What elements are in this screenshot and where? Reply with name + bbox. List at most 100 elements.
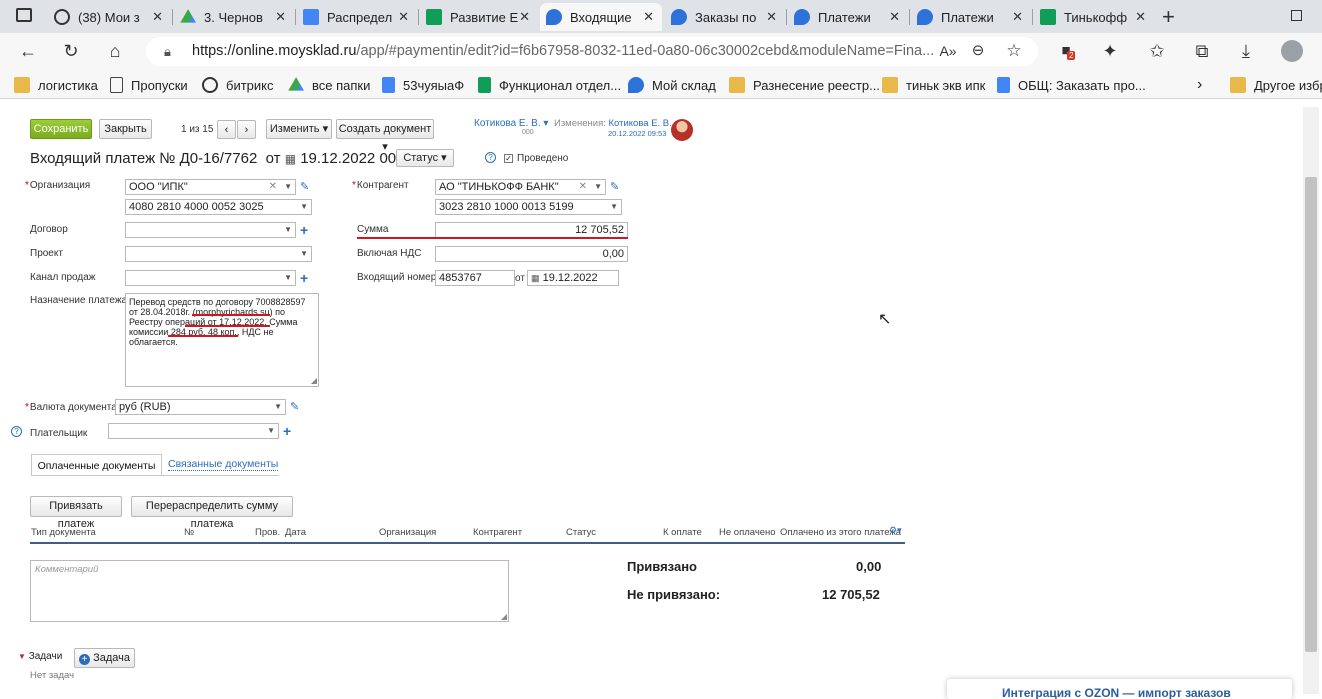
bookmark-item[interactable]: ОБЩ: Заказать про... — [997, 76, 1146, 94]
resize-handle-icon[interactable]: ◢ — [501, 612, 507, 621]
currency-select[interactable]: руб (RUB) ▼ — [115, 399, 286, 415]
add-channel-icon[interactable]: + — [300, 271, 308, 285]
extension-icon[interactable]: ■ 2 — [1052, 37, 1080, 65]
avatar[interactable] — [671, 119, 693, 141]
posted-checkbox[interactable]: ✓ — [504, 154, 513, 163]
bookmark-item[interactable]: логистика — [14, 76, 98, 94]
column-header[interactable]: Не оплачено — [719, 527, 776, 538]
add-payer-icon[interactable]: + — [283, 424, 291, 438]
edit-currency-icon[interactable]: ✎ — [290, 400, 299, 413]
edit-counterparty-icon[interactable]: ✎ — [610, 180, 619, 193]
save-button[interactable]: Сохранить — [30, 119, 92, 139]
owner-select[interactable]: Котикова Е. В. ▾ — [474, 118, 548, 129]
browser-tab[interactable]: Заказы по ✕ — [665, 3, 785, 31]
chevron-down-icon[interactable]: ▼ — [594, 180, 602, 194]
bookmark-item[interactable]: Разнесение реестр... — [729, 76, 880, 94]
bind-payment-button[interactable]: Привязать платеж — [30, 496, 122, 530]
browser-tab-active[interactable]: Входящие ✕ — [540, 3, 662, 31]
promo-popup[interactable]: Интеграция с OZON — импорт заказов — [947, 679, 1292, 699]
extensions-puzzle-icon[interactable]: ✦ — [1096, 37, 1124, 65]
column-header[interactable]: К оплате — [663, 527, 702, 538]
tab-paid-documents[interactable]: Оплаченные документы — [31, 454, 162, 476]
close-tab-icon[interactable]: ✕ — [889, 9, 900, 25]
calendar-icon[interactable]: ▦ — [531, 273, 540, 283]
close-tab-icon[interactable]: ✕ — [152, 9, 163, 25]
chevron-down-icon[interactable]: ▼ — [274, 400, 282, 414]
resize-handle-icon[interactable]: ◢ — [311, 376, 317, 386]
chevron-down-icon[interactable]: ▼ — [284, 180, 292, 194]
lock-icon[interactable]: 🔒︎ — [164, 37, 171, 66]
scrollbar-thumb[interactable] — [1305, 177, 1317, 652]
calendar-icon[interactable]: ▦ — [285, 152, 296, 166]
reload-icon[interactable]: ↻ — [57, 37, 85, 65]
counterparty-account-select[interactable]: 3023 2810 1000 0013 5199 ▼ — [435, 199, 622, 215]
bookmark-item[interactable]: Другое избр — [1230, 76, 1322, 94]
add-task-button[interactable]: + Задача — [74, 648, 135, 668]
bookmark-item[interactable]: Пропуски — [110, 76, 188, 94]
tasks-section-toggle[interactable]: ▼ Задачи — [18, 651, 62, 662]
contract-select[interactable]: ▼ — [125, 222, 296, 238]
clear-icon[interactable]: ✕ — [579, 180, 587, 194]
page-scrollbar[interactable] — [1303, 107, 1319, 694]
browser-tab[interactable]: 3. Чернов ✕ — [174, 3, 294, 31]
help-icon[interactable]: ? — [485, 152, 496, 163]
back-icon[interactable]: ← — [14, 37, 42, 65]
browser-tab[interactable]: Развитие Е ✕ — [420, 3, 538, 31]
project-select[interactable]: ▼ — [125, 246, 312, 262]
sales-channel-select[interactable]: ▼ — [125, 270, 296, 286]
bookmark-item[interactable]: битрикс — [202, 76, 274, 94]
close-button[interactable]: Закрыть — [99, 119, 152, 139]
payer-help-icon[interactable]: ? — [11, 426, 22, 437]
home-icon[interactable]: ⌂ — [101, 37, 129, 65]
column-header[interactable]: Дата — [285, 527, 306, 538]
window-restore-icon[interactable] — [1291, 10, 1302, 21]
comment-textarea[interactable]: Комментарий ◢ — [30, 560, 509, 622]
browser-tab[interactable]: Тинькофф ✕ — [1034, 3, 1154, 31]
favorites-icon[interactable]: ✩ — [1143, 37, 1171, 65]
close-tab-icon[interactable]: ✕ — [1012, 9, 1023, 25]
chevron-down-icon[interactable]: ▼ — [267, 424, 275, 438]
chevron-down-icon[interactable]: ▼ — [284, 223, 292, 237]
column-header[interactable]: Пров. — [255, 527, 280, 538]
create-document-button[interactable]: Создать документ ▾ — [336, 119, 434, 153]
column-settings-icon[interactable]: ⚙▾ — [889, 525, 902, 536]
browser-tab[interactable]: Платежи ✕ — [788, 3, 908, 31]
sum-input[interactable]: 12 705,52 — [435, 222, 628, 238]
purpose-textarea[interactable]: Перевод средств по договору 7008828597 о… — [125, 293, 319, 387]
browser-tab[interactable]: Платежи ✕ — [911, 3, 1031, 31]
downloads-icon[interactable]: ⤓ — [1232, 37, 1260, 65]
payer-select[interactable]: ▼ — [108, 423, 279, 439]
browser-tab[interactable]: (38) Мои з ✕ — [48, 3, 171, 31]
status-select[interactable]: Статус ▾ — [396, 149, 454, 167]
new-tab-icon[interactable]: + — [1162, 4, 1175, 30]
chevron-down-icon[interactable]: ▼ — [300, 200, 308, 214]
column-header[interactable]: Оплачено из этого платежа — [780, 527, 901, 538]
bookmarks-overflow-icon[interactable]: › — [1197, 76, 1202, 94]
tab-actions-icon[interactable] — [16, 8, 32, 22]
close-tab-icon[interactable]: ✕ — [643, 9, 654, 25]
close-tab-icon[interactable]: ✕ — [398, 9, 409, 25]
column-header[interactable]: Статус — [566, 527, 596, 538]
bookmark-item[interactable]: Мой склад — [628, 76, 716, 94]
column-header[interactable]: Контрагент — [473, 527, 522, 538]
change-button[interactable]: Изменить ▾ — [266, 119, 332, 139]
bookmark-item[interactable]: 53чуяыаФ — [382, 76, 464, 94]
document-number[interactable]: Д0-16/7762 — [180, 150, 258, 167]
column-header[interactable]: № — [184, 527, 194, 538]
next-button[interactable]: › — [237, 120, 256, 139]
org-select[interactable]: ООО "ИПК" ✕ ▼ — [125, 179, 296, 195]
bookmark-item[interactable]: Функционал отдел... — [478, 76, 621, 94]
close-tab-icon[interactable]: ✕ — [519, 9, 530, 25]
add-favorite-icon[interactable]: ☆ — [1000, 37, 1028, 65]
add-contract-icon[interactable]: + — [300, 223, 308, 237]
profile-avatar[interactable] — [1281, 40, 1303, 62]
prev-button[interactable]: ‹ — [217, 120, 236, 139]
incoming-date-input[interactable]: ▦ 19.12.2022 — [527, 270, 619, 286]
clear-icon[interactable]: ✕ — [269, 180, 277, 194]
collections-icon[interactable]: ⧉ — [1188, 37, 1216, 65]
close-tab-icon[interactable]: ✕ — [275, 9, 286, 25]
chevron-down-icon[interactable]: ▼ — [610, 200, 618, 214]
bookmark-item[interactable]: тиньк экв ипк — [882, 76, 985, 94]
column-header[interactable]: Тип документа — [31, 527, 96, 538]
close-tab-icon[interactable]: ✕ — [1135, 9, 1146, 25]
